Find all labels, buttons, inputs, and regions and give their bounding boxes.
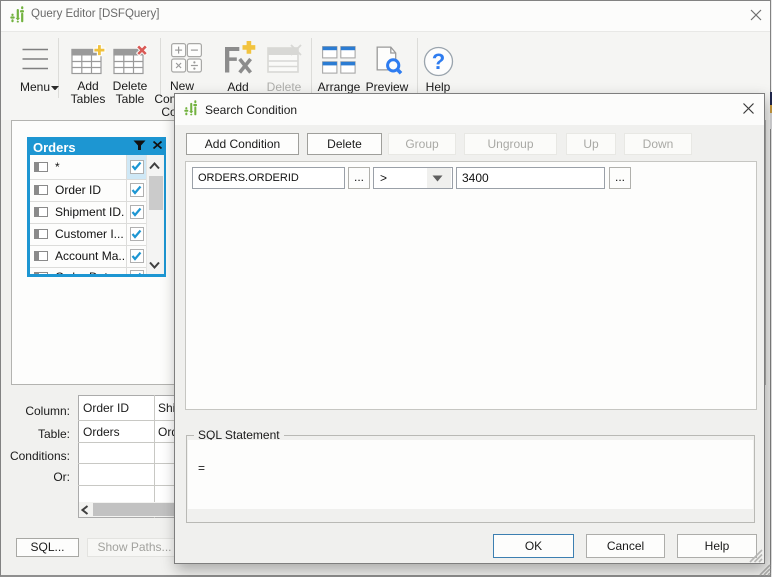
- svg-text:?: ?: [432, 49, 445, 74]
